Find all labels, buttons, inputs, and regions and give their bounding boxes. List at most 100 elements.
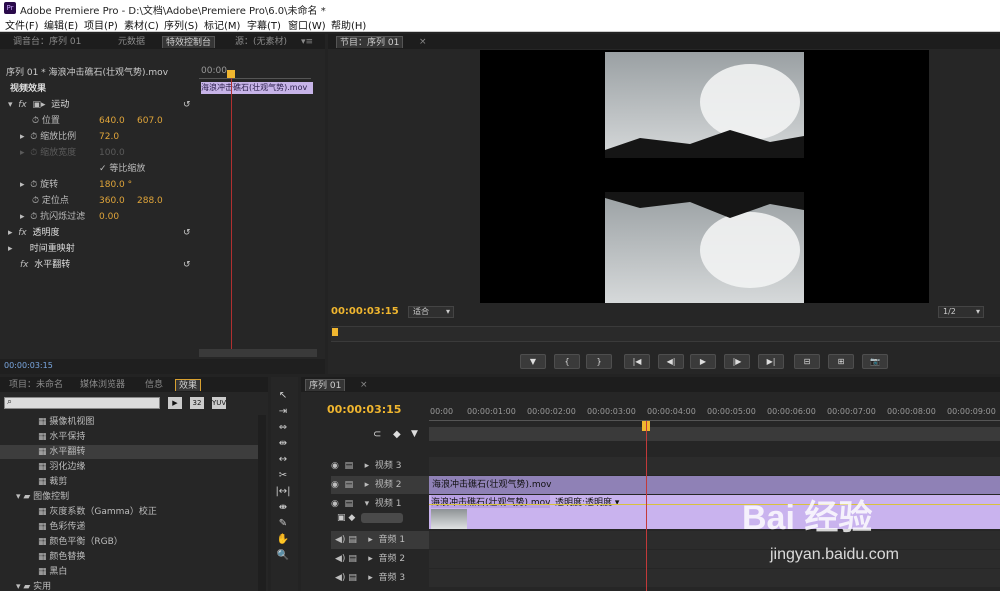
speaker-icon[interactable]: ◀) [335, 554, 345, 564]
extract-button[interactable]: ⊞ [828, 354, 854, 369]
track-header-a2[interactable]: ◀) ▤ ▸ 音频 2 [335, 550, 429, 568]
effects-list-item[interactable]: ▦ 颜色替换 [0, 550, 258, 564]
effects-scrollbar[interactable] [258, 415, 266, 591]
effects-list-item[interactable]: ▦ 水平保持 [0, 430, 258, 444]
hflip-row[interactable]: fx 水平翻转 [20, 258, 70, 272]
menu-file[interactable]: 文件(F) [5, 17, 39, 32]
selection-tool-icon[interactable]: ↖ [275, 389, 291, 403]
menu-help[interactable]: 帮助(H) [331, 17, 366, 32]
lock-icon[interactable]: ▤ [345, 461, 354, 471]
video-frame[interactable] [480, 50, 929, 303]
track-a1-lane[interactable] [429, 531, 1000, 549]
reset-icon[interactable]: ↺ [183, 226, 191, 240]
effects-list-item[interactable]: ▦ 色彩传递 [0, 520, 258, 534]
uniform-scale-row[interactable]: ✓ 等比缩放 [99, 162, 145, 176]
lock-icon[interactable]: ▤ [348, 535, 357, 545]
expand-arrow-icon[interactable]: ▸ [20, 132, 25, 142]
tab-project[interactable]: 项目：未命名 [6, 379, 66, 391]
time-ruler[interactable]: 00:00 00:00:01:00 00:00:02:00 00:00:03:0… [429, 407, 1000, 421]
effects-folder[interactable]: ▾ ▰ 图像控制 [0, 490, 258, 504]
speaker-icon[interactable]: ◀) [335, 573, 345, 583]
antiflicker-value[interactable]: 0.00 [99, 210, 119, 224]
clip-v1[interactable]: 海浪冲击礁石(壮观气势).mov 透明度:透明度 ▾ [429, 495, 1000, 529]
mini-clip-bar[interactable]: 海浪冲击礁石(壮观气势).mov [201, 82, 313, 94]
fx-icon[interactable]: fx [18, 100, 27, 110]
tab-audio-mixer[interactable]: 调音台：序列 01 [10, 36, 84, 48]
expand-arrow-icon[interactable]: ▸ [365, 461, 370, 471]
program-timecode[interactable]: 00:00:03:15 [331, 306, 399, 317]
stopwatch-icon[interactable]: ⏱ [32, 196, 39, 206]
resolution-dropdown[interactable]: 1/2 ▾ [938, 306, 984, 318]
tab-sequence[interactable]: 序列 01 [305, 379, 346, 391]
effects-list-item[interactable]: ▦ 摄像机视图 [0, 415, 258, 429]
menu-window[interactable]: 窗口(W) [288, 17, 326, 32]
eye-icon[interactable]: ◉ [331, 499, 339, 509]
rolling-edit-tool-icon[interactable]: ⇹ [275, 437, 291, 451]
speaker-icon[interactable]: ◀) [335, 535, 345, 545]
clip-v2[interactable]: 海浪冲击礁石(壮观气势).mov [429, 476, 1000, 494]
fit-dropdown[interactable]: 适合 ▾ [408, 306, 454, 318]
lock-icon[interactable]: ▤ [348, 554, 357, 564]
menu-edit[interactable]: 编辑(E) [44, 17, 78, 32]
mark-out-button[interactable]: } [586, 354, 612, 369]
track-header-a1[interactable]: ◀) ▤ ▸ 音频 1 [335, 531, 429, 549]
eye-icon[interactable]: ◉ [331, 461, 339, 471]
tab-metadata[interactable]: 元数据 [115, 36, 148, 48]
track-header-v2[interactable]: ◉ ▤ ▸ 视频 2 [331, 476, 429, 494]
expand-arrow-icon[interactable]: ▸ [20, 212, 25, 222]
lock-icon[interactable]: ▤ [345, 480, 354, 490]
32bit-effects-icon[interactable]: 32 [190, 397, 204, 409]
position-y-value[interactable]: 607.0 [137, 114, 163, 128]
expand-arrow-icon[interactable]: ▸ [365, 480, 370, 490]
close-icon[interactable]: × [416, 36, 430, 48]
opacity-rubberband[interactable] [429, 504, 1000, 505]
mark-in-button[interactable]: { [554, 354, 580, 369]
checkbox-checked-icon[interactable]: ✓ [99, 164, 107, 174]
export-frame-button[interactable]: 📷 [862, 354, 888, 369]
track-header-v3[interactable]: ◉ ▤ ▸ 视频 3 [331, 457, 429, 475]
effects-folder[interactable]: ▾ ▰ 实用 [0, 580, 258, 591]
effects-list-item[interactable]: ▦ 灰度系数（Gamma）校正 [0, 505, 258, 519]
keyframe-nav-icon[interactable]: ▣ ◆ [337, 513, 355, 523]
track-select-tool-icon[interactable]: ⇥ [275, 405, 291, 419]
position-x-value[interactable]: 640.0 [99, 114, 125, 128]
yuv-effects-icon[interactable]: YUV [212, 397, 226, 409]
time-remap-row[interactable]: ▸ 时间重映射 [8, 242, 75, 256]
add-marker-button[interactable]: ▼ [520, 354, 546, 369]
track-header-v1[interactable]: ◉ ▤ ▾ 视频 1 [331, 495, 429, 513]
track-v3-lane[interactable] [429, 457, 1000, 475]
stopwatch-icon[interactable]: ⏱ [30, 212, 37, 222]
program-playhead-icon[interactable] [332, 328, 338, 336]
tab-effect-controls[interactable]: 特效控制台 [162, 36, 216, 48]
stopwatch-icon[interactable]: ⏱ [30, 132, 37, 142]
tab-source[interactable]: 源：(无素材) [232, 36, 290, 48]
footer-timecode[interactable]: 00:00:03:15 [4, 361, 53, 370]
step-back-button[interactable]: ◀| [658, 354, 684, 369]
track-a3-lane[interactable] [429, 569, 1000, 587]
menu-marker[interactable]: 标记(M) [204, 17, 240, 32]
menu-clip[interactable]: 素材(C) [124, 17, 159, 32]
stopwatch-icon[interactable]: ⏱ [30, 180, 37, 190]
zoom-tool-icon[interactable]: 🔍 [275, 549, 291, 563]
fx-icon[interactable]: fx [20, 260, 29, 270]
expand-arrow-icon[interactable]: ▸ [368, 573, 373, 583]
razor-tool-icon[interactable]: ✂ [275, 469, 291, 483]
fx-icon[interactable]: fx [18, 228, 27, 238]
menu-title[interactable]: 字幕(T) [247, 17, 281, 32]
motion-row[interactable]: ▾ fx ▣▸ 运动 [8, 98, 69, 112]
slide-tool-icon[interactable]: ⇼ [275, 501, 291, 515]
pen-tool-icon[interactable]: ✎ [275, 517, 291, 531]
tab-info[interactable]: 信息 [142, 379, 166, 391]
work-area-bar[interactable] [429, 427, 1000, 441]
lift-button[interactable]: ⊟ [794, 354, 820, 369]
add-marker-icon[interactable]: ▼ [411, 429, 418, 439]
go-to-out-button[interactable]: ▶| [758, 354, 784, 369]
expand-arrow-icon[interactable]: ▾ [8, 100, 13, 110]
ripple-edit-tool-icon[interactable]: ⇔ [275, 421, 291, 435]
anchor-y-value[interactable]: 288.0 [137, 194, 163, 208]
play-button[interactable]: ▶ [690, 354, 716, 369]
program-ruler[interactable] [331, 326, 1000, 342]
rate-stretch-tool-icon[interactable]: ↔ [275, 453, 291, 467]
menu-sequence[interactable]: 序列(S) [164, 17, 198, 32]
reset-icon[interactable]: ↺ [183, 258, 191, 272]
